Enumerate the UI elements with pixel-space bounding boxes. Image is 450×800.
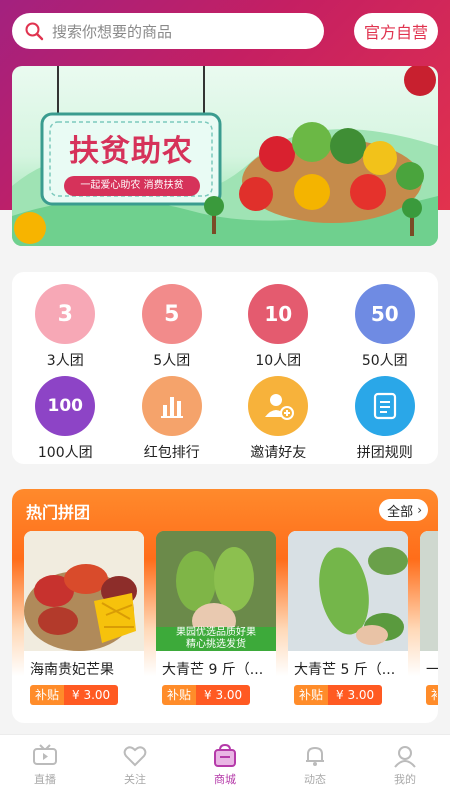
subsidy-badge: 补贴 bbox=[30, 685, 65, 705]
see-all-button[interactable]: 全部 › bbox=[379, 499, 428, 521]
product-price: ¥ 3.00 bbox=[64, 685, 119, 705]
see-all-label: 全部 bbox=[387, 504, 414, 520]
bottom-tab-bar: 直播 关注 商城 动态 我的 bbox=[0, 734, 450, 800]
promo-banner[interactable]: 扶贫助农 一起爱心助农 消费扶贫 bbox=[12, 66, 438, 246]
product-card[interactable]: 大青芒 5 斤（... 补贴 ¥ 3.00 bbox=[288, 531, 408, 711]
product-image-mango-basket bbox=[24, 531, 144, 651]
group-100-icon-text: 100 bbox=[47, 396, 84, 416]
menu-item-group-rules[interactable]: 拼团规则 bbox=[332, 376, 439, 462]
search-icon bbox=[25, 22, 44, 41]
tab-label: 动态 bbox=[304, 773, 326, 786]
menu-item-red-packet-rank[interactable]: 红包排行 bbox=[119, 376, 226, 462]
official-store-button[interactable]: 官方自营 bbox=[354, 13, 438, 49]
menu-item-group-50[interactable]: 50 50人团 bbox=[332, 284, 439, 370]
banner-subtitle: 一起爱心助农 消费扶贫 bbox=[64, 176, 200, 196]
hot-group-buy-section: 热门拼团 全部 › 海南贵妃芒果 补贴 ¥ 3.00 果园优选品质好果 精心挑选… bbox=[12, 489, 438, 723]
product-image-green-mango-box bbox=[288, 531, 408, 651]
profile-icon bbox=[394, 746, 416, 768]
product-image-partial bbox=[420, 531, 438, 651]
product-card[interactable]: 一 补 bbox=[420, 531, 438, 711]
group-50-icon-text: 50 bbox=[370, 302, 399, 326]
menu-item-group-3[interactable]: 3 3人团 bbox=[12, 284, 119, 370]
group-5-icon-text: 5 bbox=[164, 301, 180, 327]
group-100-icon: 100 bbox=[35, 376, 96, 436]
hot-section-title: 热门拼团 bbox=[26, 503, 91, 522]
product-card[interactable]: 海南贵妃芒果 补贴 ¥ 3.00 bbox=[24, 531, 144, 711]
group-10-icon: 10 bbox=[248, 284, 309, 344]
menu-label-invite-friends: 邀请好友 bbox=[250, 445, 307, 461]
search-placeholder: 搜索你想要的商品 bbox=[52, 22, 173, 41]
menu-item-group-10[interactable]: 10 10人团 bbox=[225, 284, 332, 370]
menu-label-group-100: 100人团 bbox=[37, 445, 93, 461]
tab-label: 直播 bbox=[34, 773, 56, 786]
search-input[interactable]: 搜索你想要的商品 bbox=[12, 13, 324, 49]
bar-chart-icon bbox=[141, 376, 202, 436]
subsidy-badge: 补贴 bbox=[162, 685, 197, 705]
menu-label-group-rules: 拼团规则 bbox=[356, 445, 413, 461]
subsidy-badge: 补 bbox=[426, 685, 438, 705]
product-image-green-mango: 果园优选品质好果 精心挑选发货 bbox=[156, 531, 276, 651]
product-name: 大青芒 5 斤（... bbox=[294, 662, 396, 678]
heart-icon bbox=[123, 746, 147, 767]
group-3-icon-text: 3 bbox=[57, 301, 73, 327]
menu-label-group-5: 5人团 bbox=[153, 353, 191, 369]
banner-title: 扶贫助农 bbox=[69, 134, 193, 169]
tab-profile[interactable]: 我的 bbox=[360, 735, 450, 800]
menu-label-group-50: 50人团 bbox=[361, 353, 408, 369]
tab-live[interactable]: 直播 bbox=[0, 735, 90, 800]
menu-label-red-packet-rank: 红包排行 bbox=[143, 445, 200, 461]
group-10-icon-text: 10 bbox=[264, 302, 293, 326]
menu-label-group-3: 3人团 bbox=[46, 353, 84, 369]
invite-user-icon bbox=[248, 376, 309, 436]
tab-label: 商城 bbox=[214, 773, 236, 786]
product-name: 海南贵妃芒果 bbox=[30, 662, 114, 678]
group-3-icon: 3 bbox=[35, 284, 96, 344]
product-name: 一 bbox=[426, 662, 438, 678]
menu-item-group-5[interactable]: 5 5人团 bbox=[119, 284, 226, 370]
group-buy-menu: 3 3人团 5 5人团 10 10人团 50 50人团 100 100人团 红包… bbox=[12, 272, 438, 464]
tab-shop[interactable]: 商城 bbox=[180, 735, 270, 800]
menu-label-group-10: 10人团 bbox=[255, 353, 302, 369]
product-price: ¥ 3.00 bbox=[328, 685, 383, 705]
tab-label: 关注 bbox=[124, 773, 146, 786]
tab-feed[interactable]: 动态 bbox=[270, 735, 360, 800]
shop-bag-icon bbox=[214, 743, 236, 767]
tab-follow[interactable]: 关注 bbox=[90, 735, 180, 800]
product-card[interactable]: 果园优选品质好果 精心挑选发货 大青芒 9 斤（... 补贴 ¥ 3.00 bbox=[156, 531, 276, 711]
product-image-caption: 果园优选品质好果 精心挑选发货 bbox=[176, 627, 256, 650]
product-name: 大青芒 9 斤（... bbox=[162, 662, 264, 678]
rules-doc-icon bbox=[354, 376, 415, 436]
menu-item-invite-friends[interactable]: 邀请好友 bbox=[225, 376, 332, 462]
search-row: 搜索你想要的商品 官方自营 bbox=[12, 12, 438, 50]
bell-icon bbox=[306, 746, 324, 766]
live-tv-icon bbox=[33, 744, 57, 765]
subsidy-badge: 补贴 bbox=[294, 685, 329, 705]
tab-label: 我的 bbox=[394, 773, 416, 786]
menu-item-group-100[interactable]: 100 100人团 bbox=[12, 376, 119, 462]
product-price: ¥ 3.00 bbox=[196, 685, 251, 705]
group-5-icon: 5 bbox=[141, 284, 202, 344]
group-50-icon: 50 bbox=[354, 284, 415, 344]
chevron-right-icon: › bbox=[417, 503, 422, 517]
